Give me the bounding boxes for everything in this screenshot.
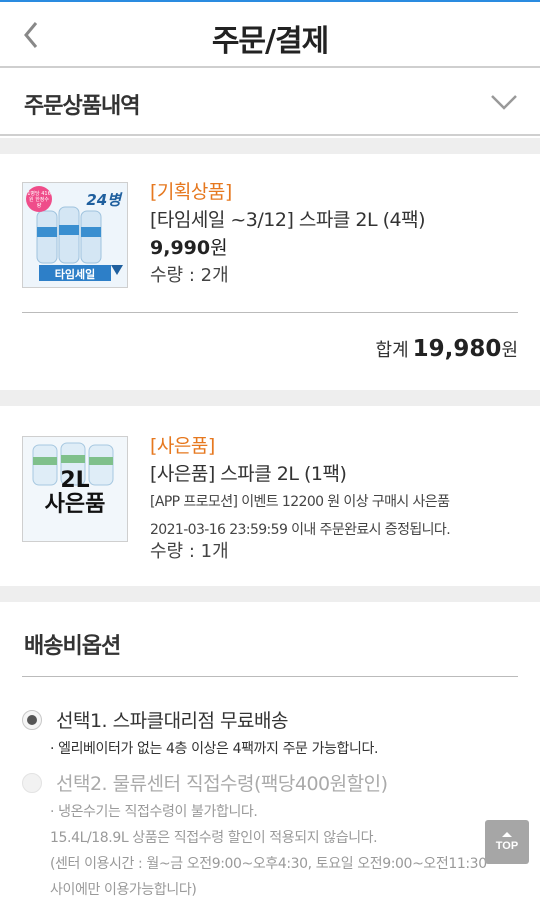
product-quantity: 수량 : 2개 [150,265,229,286]
order-items-section-header[interactable]: 주문상품내역 [0,68,540,136]
delivery-option-2[interactable]: 선택2. 물류센터 직접수령(팩당400원할인) [22,769,388,796]
option-note: 15.4L/18.9L 상품은 직접수령 할인이 적용되지 않습니다. [50,830,378,846]
gift-name[interactable]: [사은품] 스파클 2L (1팩) [150,460,520,488]
scroll-top-button[interactable]: TOP [485,820,529,864]
gift-product-card: 2L 사은품 [사은품] [사은품] 스파클 2L (1팩) [APP 프로모션… [0,406,540,586]
option-note: 사이에만 이용가능합니다) [50,882,197,898]
option-label: 선택1. 스파클대리점 무료배송 [56,710,288,732]
gift-event-line1: [APP 프로모션] 이벤트 12200 원 이상 구매시 사은품 [150,494,450,510]
product-tag: [기획상품] [150,181,232,203]
radio-unselected-icon[interactable] [22,772,42,793]
section-gap [0,586,540,602]
price-unit: 원 [210,237,228,259]
section-gap [0,390,540,406]
delivery-option-title: 배송비옵션 [24,634,121,659]
thumb-count: 24병 [86,191,121,209]
option-note: · 냉온수기는 직접수령이 불가합니다. [50,804,258,820]
gift-thumbnail[interactable]: 2L 사은품 [22,436,128,542]
top-label: TOP [495,840,519,852]
order-total: 합계 19,980원 [376,336,518,362]
gift-info: [사은품] [사은품] 스파클 2L (1팩) [APP 프로모션] 이벤트 1… [150,432,520,566]
price-value: 9,990 [150,237,211,259]
gift-tag: [사은품] [150,435,215,457]
option-label: 선택2. 물류센터 직접수령(팩당400원할인) [56,773,388,795]
gift-thumb-line2: 사은품 [44,492,106,517]
product-card: 1병당 416원 한정수량 24병 타임세일 [기획상품] [타임세일 ~3/1… [0,154,540,390]
page-title: 주문/결제 [211,24,329,59]
divider [22,676,518,677]
chevron-down-icon[interactable] [490,92,518,112]
delivery-option-1[interactable]: 선택1. 스파클대리점 무료배송 [22,706,288,733]
section-title: 주문상품내역 [24,94,140,119]
option-note: · 엘리베이터가 없는 4층 이상은 4팩까지 주문 가능합니다. [50,741,379,757]
total-value: 19,980 [412,336,502,362]
product-price: 9,990원 [150,234,520,262]
divider [22,312,518,313]
arrow-up-icon [502,832,512,837]
product-info: [기획상품] [타임세일 ~3/12] 스파클 2L (4팩) 9,990원 수… [150,178,520,290]
gift-thumb-line1: 2L [60,468,90,493]
thumb-label: 타임세일 [54,268,96,281]
section-gap [0,138,540,154]
product-thumbnail[interactable]: 1병당 416원 한정수량 24병 타임세일 [22,182,128,288]
radio-selected-icon[interactable] [22,709,42,730]
total-unit: 원 [501,340,518,361]
option-note: (센터 이용시간 : 월~금 오전9:00~오후4:30, 토요일 오전9:00… [50,856,487,872]
app-header: 주문/결제 [0,2,540,68]
product-name[interactable]: [타임세일 ~3/12] 스파클 2L (4팩) [150,206,520,234]
total-label: 합계 [375,340,409,361]
thumb-badge: 1병당 416원 한정수량 [27,191,51,209]
